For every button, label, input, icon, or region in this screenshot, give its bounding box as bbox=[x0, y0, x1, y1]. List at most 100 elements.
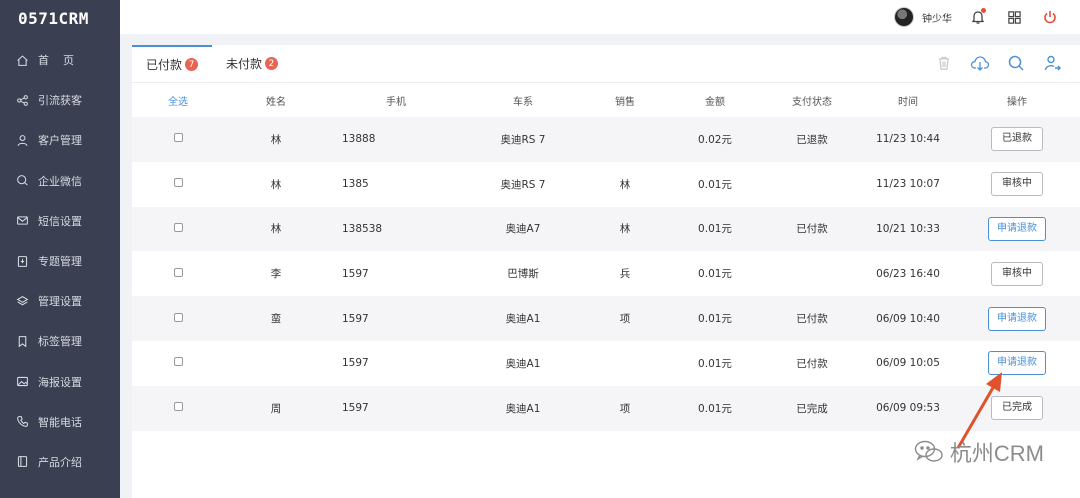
count-badge: 2 bbox=[265, 57, 279, 70]
sidebar-item-customers[interactable]: 客户管理 bbox=[0, 120, 120, 160]
status-cell: 已付款 bbox=[762, 296, 862, 341]
phone-cell: 1597 bbox=[328, 296, 464, 341]
sidebar-item-label: 管理设置 bbox=[38, 295, 82, 309]
time-cell: 10/21 10:33 bbox=[862, 206, 954, 252]
trash-icon bbox=[939, 56, 949, 70]
amount-cell: 0.01元 bbox=[698, 357, 732, 370]
time-cell: 06/09 10:05 bbox=[876, 357, 940, 370]
time-cell: 06/23 16:40 bbox=[876, 267, 940, 280]
tab-unpaid[interactable]: 未付款 2 bbox=[212, 45, 293, 82]
refunded-button[interactable]: 已退款 bbox=[991, 127, 1043, 152]
layers-icon bbox=[16, 295, 29, 306]
sidebar-item-label: 企业微信 bbox=[38, 174, 82, 188]
row-checkbox[interactable] bbox=[173, 133, 183, 143]
row-checkbox[interactable] bbox=[173, 357, 183, 367]
name-cell: 蛮 bbox=[224, 296, 328, 341]
reviewing-button[interactable]: 审核中 bbox=[991, 172, 1043, 197]
time-cell: 11/23 10:44 bbox=[862, 117, 954, 162]
tab-paid[interactable]: 已付款 7 bbox=[132, 45, 213, 82]
request-refund-button[interactable]: 申请退款 bbox=[988, 306, 1046, 331]
sales-cell: 林 bbox=[582, 206, 668, 252]
column-header: 操作 bbox=[1007, 96, 1027, 108]
sidebar-item-label: 首 页 bbox=[38, 54, 74, 68]
phone-cell: 13888 bbox=[328, 117, 464, 162]
notification-dot bbox=[981, 8, 986, 13]
table-header: 全选 姓名 手机 车系 销售 金额 支付状态 时间 操作 bbox=[132, 83, 1080, 117]
completed-button[interactable]: 已完成 bbox=[991, 396, 1043, 421]
sidebar-item-sms[interactable]: 短信设置 bbox=[0, 201, 120, 241]
search-button[interactable] bbox=[1006, 53, 1026, 73]
table-row: 周 1597 奥迪A1 项 0.01元 已完成 06/09 09:53 已完成 bbox=[132, 385, 1080, 431]
app-logo[interactable]: 0571CRM bbox=[0, 0, 120, 36]
share-icon bbox=[17, 94, 28, 106]
sidebar-item-label: 专题管理 bbox=[38, 255, 82, 269]
sidebar-item-home[interactable]: 首 页 bbox=[0, 40, 120, 80]
cloud-download-icon bbox=[970, 56, 990, 71]
delete-button[interactable] bbox=[934, 53, 954, 73]
action-cell: 已退款 bbox=[954, 117, 1080, 162]
row-checkbox-cell bbox=[132, 206, 224, 252]
row-checkbox-cell bbox=[132, 385, 224, 431]
sidebar-item-admin[interactable]: 管理设置 bbox=[0, 281, 120, 321]
apps-button[interactable] bbox=[1004, 7, 1024, 27]
sidebar-item-posters[interactable]: 海报设置 bbox=[0, 362, 120, 402]
table-row: 李 1597 巴博斯 兵 0.01元 06/23 16:40 审核中 bbox=[132, 251, 1080, 296]
download-button[interactable] bbox=[970, 53, 990, 73]
sidebar-item-label: 引流获客 bbox=[38, 94, 82, 108]
action-cell: 审核中 bbox=[954, 162, 1080, 207]
status-cell: 已退款 bbox=[762, 117, 862, 162]
row-checkbox[interactable] bbox=[173, 178, 183, 188]
sidebar-item-products[interactable]: 产品介绍 bbox=[0, 442, 120, 482]
series-cell: 奥迪A1 bbox=[464, 385, 582, 431]
search-icon bbox=[1008, 55, 1024, 71]
amount-cell: 0.01元 bbox=[668, 385, 762, 431]
column-header: 金额 bbox=[705, 96, 725, 108]
status-cell: 已完成 bbox=[762, 385, 862, 431]
status-cell: 已付款 bbox=[796, 357, 828, 370]
home-icon bbox=[17, 54, 28, 66]
amount-cell: 0.01元 bbox=[668, 296, 762, 341]
table-row: 林 1385 奥迪RS 7 林 0.01元 11/23 10:07 审核中 bbox=[132, 162, 1080, 207]
phone-cell: 138538 bbox=[328, 206, 464, 252]
phone-cell: 1385 bbox=[342, 178, 369, 191]
request-refund-button[interactable]: 申请退款 bbox=[988, 216, 1046, 241]
sidebar-item-tags[interactable]: 标签管理 bbox=[0, 321, 120, 361]
power-icon bbox=[1044, 11, 1056, 24]
logout-button[interactable] bbox=[1040, 7, 1060, 27]
status-cell bbox=[762, 162, 862, 207]
wechat-icon bbox=[914, 440, 943, 462]
notification-button[interactable] bbox=[968, 7, 988, 27]
column-header: 销售 bbox=[615, 96, 635, 108]
bookmark-icon bbox=[18, 336, 27, 348]
book-icon bbox=[17, 456, 28, 468]
phone-icon bbox=[17, 416, 28, 428]
export-user-button[interactable] bbox=[1042, 53, 1062, 73]
row-checkbox[interactable] bbox=[173, 402, 183, 412]
orders-panel: 已付款 7 未付款 2 全选 姓名 手机 车系 销售 金额 支付状态 时间 操作… bbox=[132, 45, 1080, 498]
request-refund-button[interactable]: 申请退款 bbox=[988, 351, 1046, 376]
phone-cell: 1597 bbox=[328, 385, 464, 431]
sidebar-item-traffic[interactable]: 引流获客 bbox=[0, 80, 120, 120]
sales-cell bbox=[582, 341, 668, 386]
row-checkbox[interactable] bbox=[173, 267, 183, 277]
user-icon bbox=[17, 135, 28, 146]
sales-cell bbox=[582, 117, 668, 162]
time-cell: 06/09 09:53 bbox=[862, 385, 954, 431]
select-all-toggle[interactable]: 全选 bbox=[132, 83, 224, 117]
time-cell: 06/09 10:40 bbox=[862, 296, 954, 341]
sidebar-item-label: 短信设置 bbox=[38, 214, 82, 228]
sidebar-item-label: 产品介绍 bbox=[38, 455, 82, 469]
sidebar-item-phone[interactable]: 智能电话 bbox=[0, 402, 120, 442]
row-checkbox[interactable] bbox=[173, 312, 183, 322]
sidebar: 0571CRM 首 页 引流获客 客户管理 企业微信 短信设置 专题管理 管理设… bbox=[0, 0, 120, 498]
phone-cell: 1597 bbox=[342, 267, 369, 280]
action-cell: 审核中 bbox=[954, 251, 1080, 296]
series-cell: 奥迪A1 bbox=[464, 296, 582, 341]
row-checkbox[interactable] bbox=[173, 222, 183, 232]
orders-table: 全选 姓名 手机 车系 销售 金额 支付状态 时间 操作 林 13888 奥迪R… bbox=[132, 83, 1080, 431]
reviewing-button[interactable]: 审核中 bbox=[991, 261, 1043, 286]
sidebar-item-wecom[interactable]: 企业微信 bbox=[0, 161, 120, 201]
sales-cell: 林 bbox=[619, 178, 631, 191]
sidebar-item-topics[interactable]: 专题管理 bbox=[0, 241, 120, 281]
user-menu[interactable]: 钟少华 bbox=[894, 7, 952, 27]
